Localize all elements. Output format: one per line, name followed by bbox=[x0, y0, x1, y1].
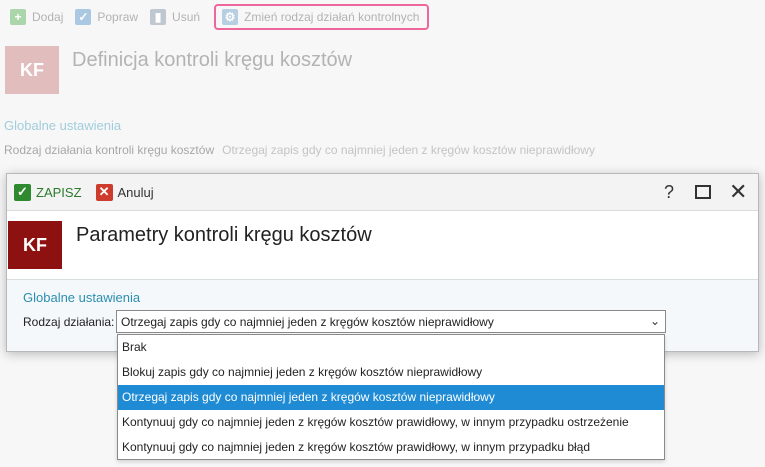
dialog-title: Parametry kontroli kręgu kosztów bbox=[76, 224, 372, 246]
help-button[interactable]: ? bbox=[664, 182, 674, 203]
save-button[interactable]: ✓ ZAPISZ bbox=[14, 183, 82, 201]
cancel-label: Anuluj bbox=[117, 184, 154, 200]
close-icon: ✕ bbox=[95, 183, 113, 201]
maximize-button[interactable] bbox=[695, 185, 711, 199]
dropdown-option[interactable]: Kontynuuj gdy co najmniej jeden z kręgów… bbox=[118, 435, 664, 460]
action-type-select[interactable]: Otrzegaj zapis gdy co najmniej jeden z k… bbox=[116, 310, 666, 333]
close-window-button[interactable]: ✕ bbox=[729, 179, 747, 205]
dialog-header: KF Parametry kontroli kręgu kosztów bbox=[7, 211, 758, 279]
kf-tile: KF bbox=[8, 221, 62, 269]
dropdown-option[interactable]: Brak bbox=[118, 335, 664, 360]
action-type-label: Rodzaj działania: bbox=[23, 315, 115, 329]
save-label: ZAPISZ bbox=[36, 184, 82, 200]
checkmark-icon: ✓ bbox=[14, 183, 31, 201]
dropdown-option-selected[interactable]: Otrzegaj zapis gdy co najmniej jeden z k… bbox=[118, 385, 664, 410]
dropdown-option[interactable]: Kontynuuj gdy co najmniej jeden z kręgów… bbox=[118, 410, 664, 435]
dropdown-option[interactable]: Blokuj zapis gdy co najmniej jeden z krę… bbox=[118, 360, 664, 385]
action-type-dropdown: Brak Blokuj zapis gdy co najmniej jeden … bbox=[117, 334, 665, 460]
section-title: Globalne ustawienia bbox=[23, 290, 141, 305]
parameters-dialog: ✓ ZAPISZ ✕ Anuluj ? ✕ KF Parametry kontr… bbox=[6, 173, 759, 352]
cancel-button[interactable]: ✕ Anuluj bbox=[95, 183, 154, 201]
chevron-down-icon: ⌄ bbox=[649, 314, 660, 328]
action-type-value: Otrzegaj zapis gdy co najmniej jeden z k… bbox=[121, 314, 494, 329]
dialog-toolbar: ✓ ZAPISZ ✕ Anuluj ? ✕ bbox=[7, 174, 758, 211]
